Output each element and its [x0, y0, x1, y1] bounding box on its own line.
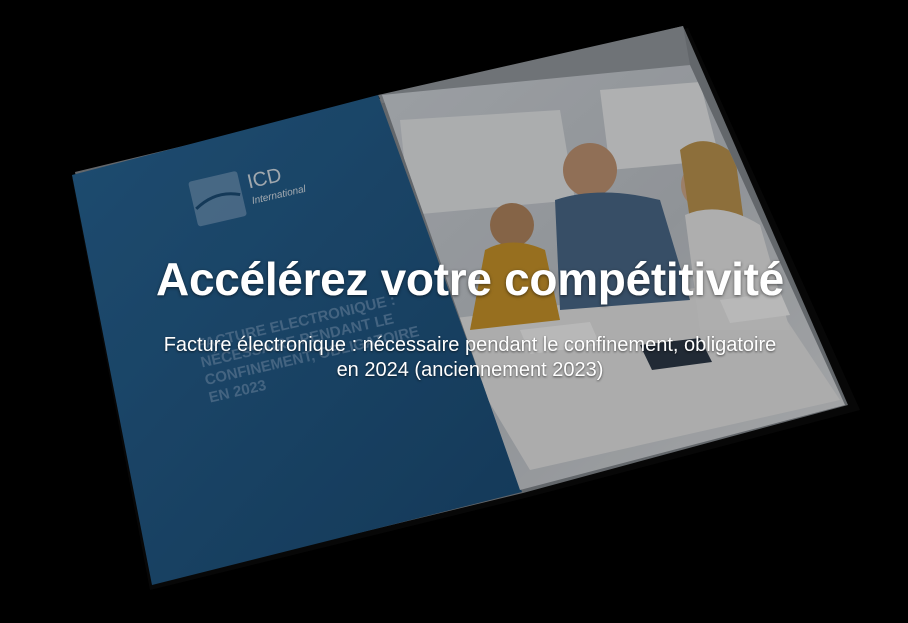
- hero-banner: ICD International FACTURE ELECTRONIQUE :…: [0, 0, 908, 618]
- teacher-figure: [563, 143, 617, 197]
- hero-subtitle: Facture électronique : nécessaire pendan…: [163, 334, 777, 381]
- child-figure: [490, 203, 534, 247]
- brochure-mockup: ICD International FACTURE ELECTRONIQUE :…: [72, 26, 860, 590]
- hero-title: Accélérez votre compétitivité: [156, 253, 784, 305]
